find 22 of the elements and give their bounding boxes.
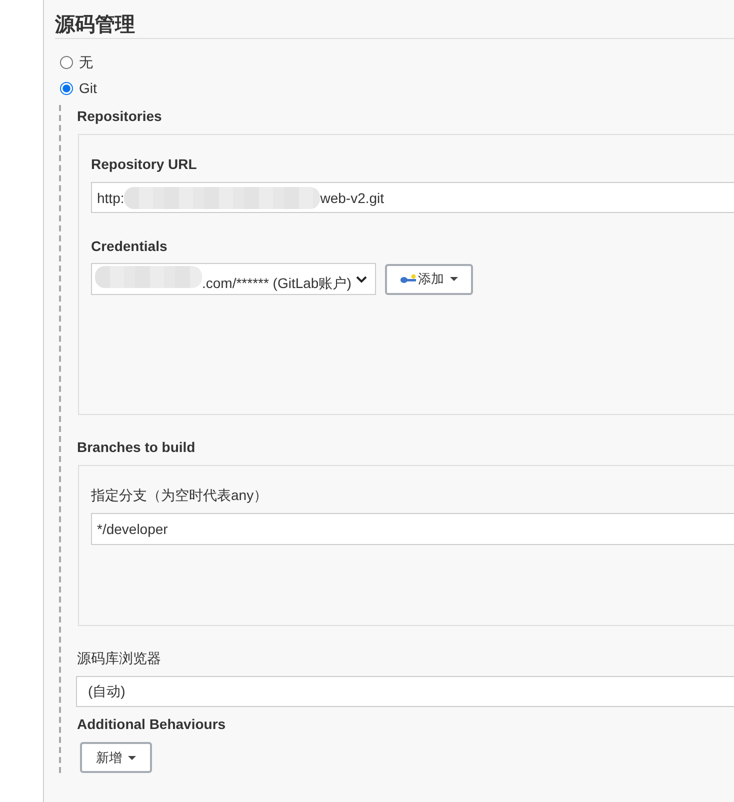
add-behaviour-button[interactable]: 新增 bbox=[80, 742, 152, 773]
radio-label: 无 bbox=[79, 54, 93, 70]
branches-heading: Branches to build bbox=[77, 439, 196, 455]
chevron-down-icon bbox=[356, 276, 367, 282]
radio-label: Git bbox=[79, 80, 97, 96]
repository-url-label: Repository URL bbox=[91, 156, 198, 172]
branch-specifier-label: 指定分支（为空时代表any） bbox=[91, 487, 269, 503]
repository-browser-select[interactable]: (自动) bbox=[76, 676, 734, 707]
add-credentials-button[interactable]: 添加 bbox=[385, 264, 473, 294]
caret-icon bbox=[128, 756, 136, 760]
repositories-heading: Repositories bbox=[77, 108, 163, 124]
caret-icon bbox=[450, 277, 458, 281]
radio-button[interactable] bbox=[60, 56, 73, 68]
credentials-label: Credentials bbox=[91, 238, 168, 254]
additional-behaviours-heading: Additional Behaviours bbox=[77, 716, 227, 732]
key-icon bbox=[400, 274, 417, 284]
repository-url-field[interactable]: http: web-v2.git bbox=[91, 182, 734, 213]
branch-specifier-field[interactable]: */developer bbox=[91, 513, 734, 545]
credentials-select[interactable]: .com/****** (GitLab账户) bbox=[91, 263, 376, 295]
section-title: 源码管理 bbox=[55, 14, 135, 36]
radio-button[interactable] bbox=[60, 82, 73, 94]
repository-browser-label: 源码库浏览器 bbox=[77, 650, 162, 666]
